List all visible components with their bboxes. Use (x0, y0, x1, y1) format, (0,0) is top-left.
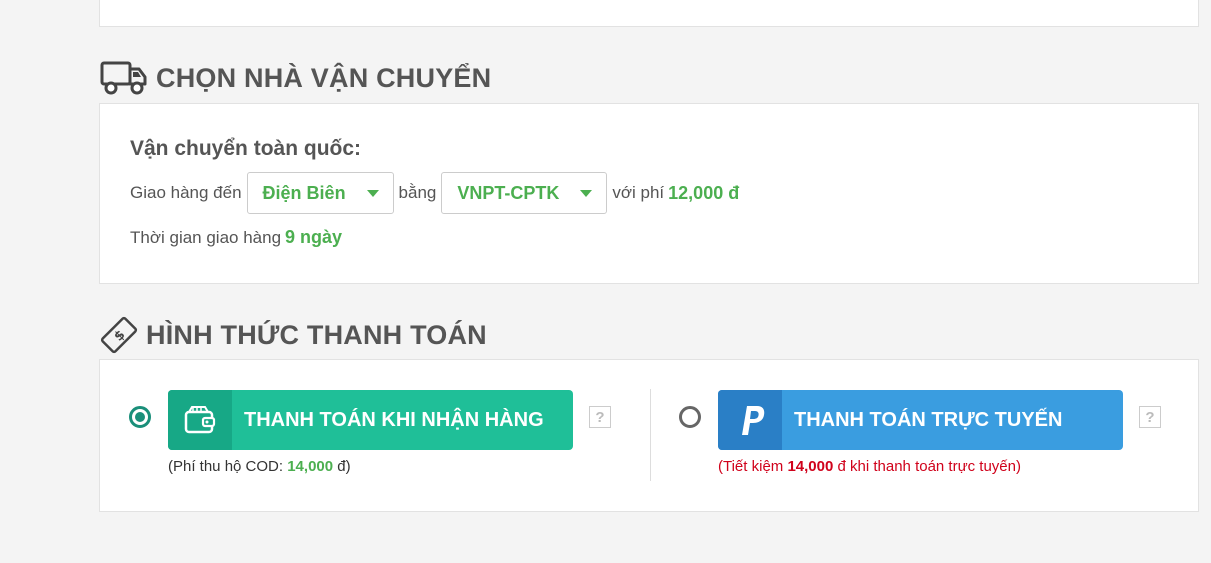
truck-icon (100, 61, 147, 95)
shipping-heading: Vận chuyển toàn quốc: (130, 137, 362, 160)
cod-radio[interactable] (129, 406, 151, 428)
chevron-down-icon (366, 189, 379, 197)
cod-help-button[interactable]: ? (589, 406, 611, 428)
cod-payment-button[interactable]: THANH TOÁN KHI NHẬN HÀNG (168, 390, 573, 450)
by-label: bằng (398, 183, 437, 202)
chevron-down-icon (580, 189, 593, 197)
shipping-options-row: Giao hàng đến Điện Biên bằng VNPT-CPTK v… (130, 171, 739, 215)
payment-title-text: HÌNH THỨC THANH TOÁN (146, 319, 487, 350)
delivery-time-label: Thời gian giao hàng (130, 227, 282, 247)
delivery-time-row: Thời gian giao hàng 9 ngày (130, 227, 342, 248)
province-select-value: Điện Biên (262, 182, 346, 203)
online-payment-button[interactable]: THANH TOÁN TRỰC TUYẾN (718, 390, 1123, 450)
online-note-suffix: đ khi thanh toán trực tuyến) (833, 458, 1022, 475)
online-button-label: THANH TOÁN TRỰC TUYẾN (794, 408, 1063, 431)
wallet-icon (168, 390, 232, 450)
online-help-button[interactable]: ? (1139, 406, 1161, 428)
cod-note-suffix: đ) (333, 458, 351, 475)
payment-divider (650, 389, 651, 481)
cod-button-label: THANH TOÁN KHI NHẬN HÀNG (244, 408, 544, 431)
carrier-select-value: VNPT-CPTK (457, 182, 560, 203)
carrier-select[interactable]: VNPT-CPTK (441, 172, 608, 214)
shipping-section-title: CHỌN NHÀ VẬN CHUYỂN (100, 58, 491, 98)
paypal-icon (718, 390, 782, 450)
cod-fee-note: (Phí thu hộ COD: 14,000 đ) (168, 458, 351, 475)
online-note-prefix: (Tiết kiệm (718, 458, 788, 475)
province-select[interactable]: Điện Biên (246, 172, 394, 214)
online-savings-note: (Tiết kiệm 14,000 đ khi thanh toán trực … (718, 458, 1021, 475)
shipping-title-text: CHỌN NHÀ VẬN CHUYỂN (156, 62, 492, 93)
payment-section-title: $ HÌNH THỨC THANH TOÁN (100, 316, 487, 354)
money-bill-icon: $ (100, 316, 138, 354)
cod-note-amount: 14,000 (287, 458, 334, 475)
cod-note-prefix: (Phí thu hộ COD: (168, 458, 288, 475)
shipping-fee-value: 12,000 đ (668, 182, 740, 203)
online-note-amount: 14,000 (787, 458, 834, 475)
deliver-to-label: Giao hàng đến (130, 183, 242, 202)
online-radio[interactable] (679, 406, 701, 428)
delivery-time-value: 9 ngày (285, 227, 343, 247)
previous-section-card (99, 0, 1199, 27)
fee-label: với phí (612, 183, 665, 202)
